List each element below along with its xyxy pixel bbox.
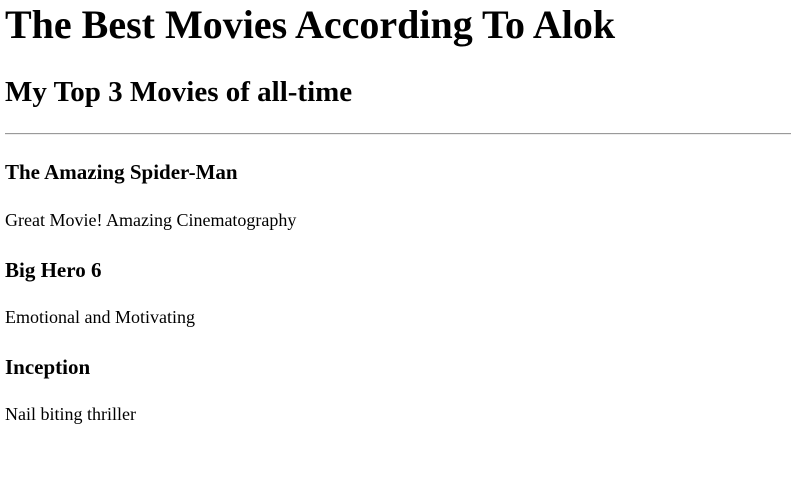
page: The Best Movies According To Alok My Top…	[0, 0, 791, 491]
divider	[5, 133, 791, 135]
movie-title-3: Inception	[5, 355, 91, 379]
movie-description-3: Nail biting thriller	[5, 404, 136, 424]
page-title: The Best Movies According To Alok	[5, 2, 616, 47]
movie-description-1: Great Movie! Amazing Cinematography	[5, 210, 297, 230]
movie-title-1: The Amazing Spider-Man	[5, 160, 238, 184]
movie-description-2: Emotional and Motivating	[5, 307, 195, 327]
page-subtitle: My Top 3 Movies of all-time	[5, 76, 353, 108]
movie-title-2: Big Hero 6	[5, 258, 102, 282]
